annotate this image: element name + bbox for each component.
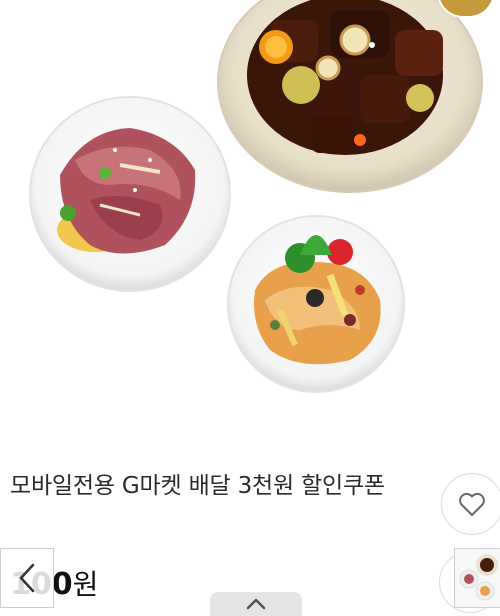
product-hero-image bbox=[0, 0, 500, 440]
back-button[interactable] bbox=[0, 548, 54, 608]
recent-item-thumbnail[interactable] bbox=[454, 548, 500, 608]
scroll-to-top-button[interactable] bbox=[210, 592, 302, 616]
heart-outline-icon bbox=[459, 492, 485, 516]
thumbnail-image bbox=[455, 549, 500, 607]
price-unit: 원 bbox=[72, 568, 99, 601]
food-photo bbox=[29, 0, 483, 393]
favorite-button[interactable] bbox=[441, 473, 500, 535]
product-title: 모바일전용 G마켓 배달 3천원 할인쿠폰 bbox=[10, 473, 385, 499]
chevron-left-icon bbox=[19, 563, 35, 593]
chevron-up-icon bbox=[246, 598, 266, 610]
